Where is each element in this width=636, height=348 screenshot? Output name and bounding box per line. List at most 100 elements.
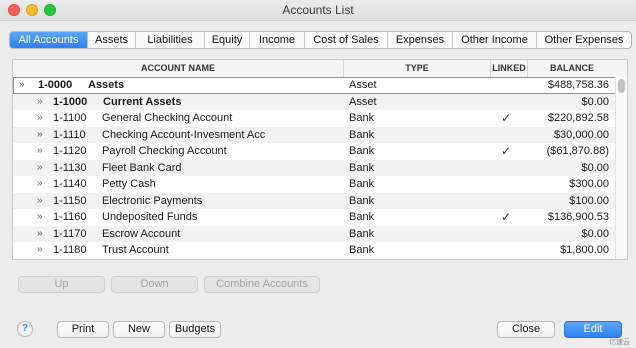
- account-number: 1-1150: [53, 194, 87, 207]
- close-button[interactable]: Close: [497, 321, 555, 338]
- account-balance: $220,892.58: [547, 112, 609, 124]
- tab-equity[interactable]: Equity: [205, 32, 250, 48]
- account-type: Asset: [349, 79, 377, 91]
- budgets-button[interactable]: Budgets: [169, 321, 221, 338]
- account-type: Bank: [349, 194, 375, 207]
- row-chevron-icon[interactable]: »: [37, 143, 43, 160]
- combine-accounts-button[interactable]: Combine Accounts: [204, 276, 320, 293]
- account-name: Current Assets: [103, 95, 182, 108]
- account-name: Escrow Account: [102, 227, 181, 240]
- table-row[interactable]: » 1-1170 Escrow Account Bank $0.00: [13, 225, 616, 243]
- table-row[interactable]: » 1-1140 Petty Cash Bank $300.00: [13, 176, 616, 193]
- table-body: » 1-0000 Assets Asset $488,758.36 » 1-1000 Curr…: [13, 77, 616, 259]
- account-type: Bank: [349, 161, 375, 174]
- move-down-button[interactable]: Down: [111, 276, 198, 293]
- account-balance: $30,000.00: [553, 128, 609, 141]
- account-type: Bank: [349, 112, 375, 124]
- account-name: Fleet Bank Card: [102, 161, 182, 174]
- account-type: Bank: [349, 227, 375, 240]
- table-row[interactable]: » 1-1150 Electronic Payments Bank $100.00: [13, 192, 616, 210]
- account-number: 1-1130: [53, 161, 87, 174]
- row-chevron-icon[interactable]: »: [37, 193, 43, 210]
- account-balance: $300.00: [569, 178, 609, 190]
- tab-cost-of-sales[interactable]: Cost of Sales: [305, 32, 388, 48]
- row-chevron-icon[interactable]: »: [37, 242, 43, 259]
- table-row[interactable]: » 1-1130 Fleet Bank Card Bank $0.00: [13, 159, 616, 177]
- linked-checkmark-icon: ✓: [501, 111, 512, 125]
- account-type: Asset: [349, 95, 377, 108]
- row-chevron-icon[interactable]: »: [37, 160, 43, 177]
- account-balance: $1,800.00: [560, 244, 609, 256]
- account-type-tabs: All Accounts Assets Liabilities Equity I…: [9, 31, 632, 49]
- account-balance: $136,900.53: [547, 211, 609, 223]
- table-header: ACCOUNT NAME TYPE LINKED BALANCE: [13, 60, 627, 78]
- tab-liabilities[interactable]: Liabilities: [136, 32, 205, 48]
- account-name: Undeposited Funds: [102, 211, 198, 223]
- help-icon[interactable]: ?: [17, 321, 33, 337]
- window-title: Accounts List: [282, 3, 354, 17]
- account-name: General Checking Account: [102, 112, 233, 124]
- tab-all-accounts[interactable]: All Accounts: [10, 32, 88, 48]
- column-header-balance[interactable]: BALANCE: [528, 60, 616, 77]
- account-number: 1-1170: [53, 227, 87, 240]
- print-button[interactable]: Print: [57, 321, 109, 338]
- column-header-linked[interactable]: LINKED: [491, 60, 528, 77]
- row-chevron-icon[interactable]: »: [37, 127, 43, 144]
- row-chevron-icon[interactable]: »: [19, 77, 25, 94]
- move-up-button[interactable]: Up: [18, 276, 105, 293]
- account-balance: $0.00: [581, 161, 609, 174]
- table-row[interactable]: » 1-1000 Current Assets Asset $0.00: [13, 93, 616, 111]
- title-bar: Accounts List: [0, 0, 636, 21]
- row-chevron-icon[interactable]: »: [37, 110, 43, 127]
- account-balance: ($61,870.88): [546, 145, 609, 157]
- account-balance: $100.00: [569, 194, 609, 207]
- accounts-table: ACCOUNT NAME TYPE LINKED BALANCE » 1-0000…: [12, 59, 628, 260]
- tab-other-income[interactable]: Other Income: [453, 32, 537, 48]
- tab-assets[interactable]: Assets: [88, 32, 136, 48]
- account-balance: $0.00: [581, 227, 609, 240]
- account-type: Bank: [349, 145, 375, 157]
- account-name: Payroll Checking Account: [102, 145, 227, 157]
- account-balance: $488,758.36: [547, 79, 609, 91]
- tab-other-expenses[interactable]: Other Expenses: [537, 32, 631, 48]
- account-number: 1-1120: [53, 145, 87, 157]
- tab-income[interactable]: Income: [250, 32, 305, 48]
- account-number: 1-1100: [53, 112, 87, 124]
- linked-checkmark-icon: ✓: [501, 210, 512, 224]
- account-type: Bank: [349, 244, 375, 256]
- vertical-scrollbar[interactable]: [615, 77, 627, 259]
- row-chevron-icon[interactable]: »: [37, 94, 43, 111]
- account-number: 1-0000: [38, 79, 73, 91]
- watermark: 亿速云: [609, 339, 630, 346]
- column-header-type[interactable]: TYPE: [344, 60, 491, 77]
- account-name: Trust Account: [102, 244, 169, 256]
- edit-button[interactable]: Edit: [564, 321, 622, 338]
- table-row[interactable]: » 1-0000 Assets Asset $488,758.36: [13, 77, 616, 94]
- column-header-account-name[interactable]: ACCOUNT NAME: [13, 60, 344, 77]
- account-name: Assets: [88, 79, 125, 91]
- row-chevron-icon[interactable]: »: [37, 209, 43, 226]
- account-number: 1-1110: [53, 128, 86, 141]
- account-name: Petty Cash: [102, 178, 156, 190]
- account-number: 1-1140: [53, 178, 87, 190]
- account-number: 1-1160: [53, 211, 87, 223]
- table-row[interactable]: » 1-1110 Checking Account-Invesment Acc Ban…: [13, 126, 616, 144]
- row-chevron-icon[interactable]: »: [37, 176, 43, 193]
- table-row[interactable]: » 1-1120 Payroll Checking Account Bank ✓ ($61…: [13, 143, 616, 160]
- account-number: 1-1180: [53, 244, 87, 256]
- tab-expenses[interactable]: Expenses: [388, 32, 453, 48]
- account-type: Bank: [349, 211, 375, 223]
- account-type: Bank: [349, 178, 375, 190]
- account-balance: $0.00: [581, 95, 609, 108]
- account-number: 1-1000: [53, 95, 88, 108]
- account-name: Checking Account-Invesment Acc: [102, 128, 266, 141]
- account-name: Electronic Payments: [102, 194, 203, 207]
- linked-checkmark-icon: ✓: [501, 144, 512, 158]
- table-row[interactable]: » 1-1180 Trust Account Bank $1,800.00: [13, 242, 616, 259]
- table-row[interactable]: » 1-1100 General Checking Account Bank ✓ $220…: [13, 110, 616, 127]
- table-row[interactable]: » 1-1160 Undeposited Funds Bank ✓ $136,900.53: [13, 209, 616, 226]
- new-button[interactable]: New: [113, 321, 165, 338]
- account-type: Bank: [349, 128, 375, 141]
- row-chevron-icon[interactable]: »: [37, 226, 43, 243]
- scrollbar-thumb[interactable]: [618, 79, 625, 93]
